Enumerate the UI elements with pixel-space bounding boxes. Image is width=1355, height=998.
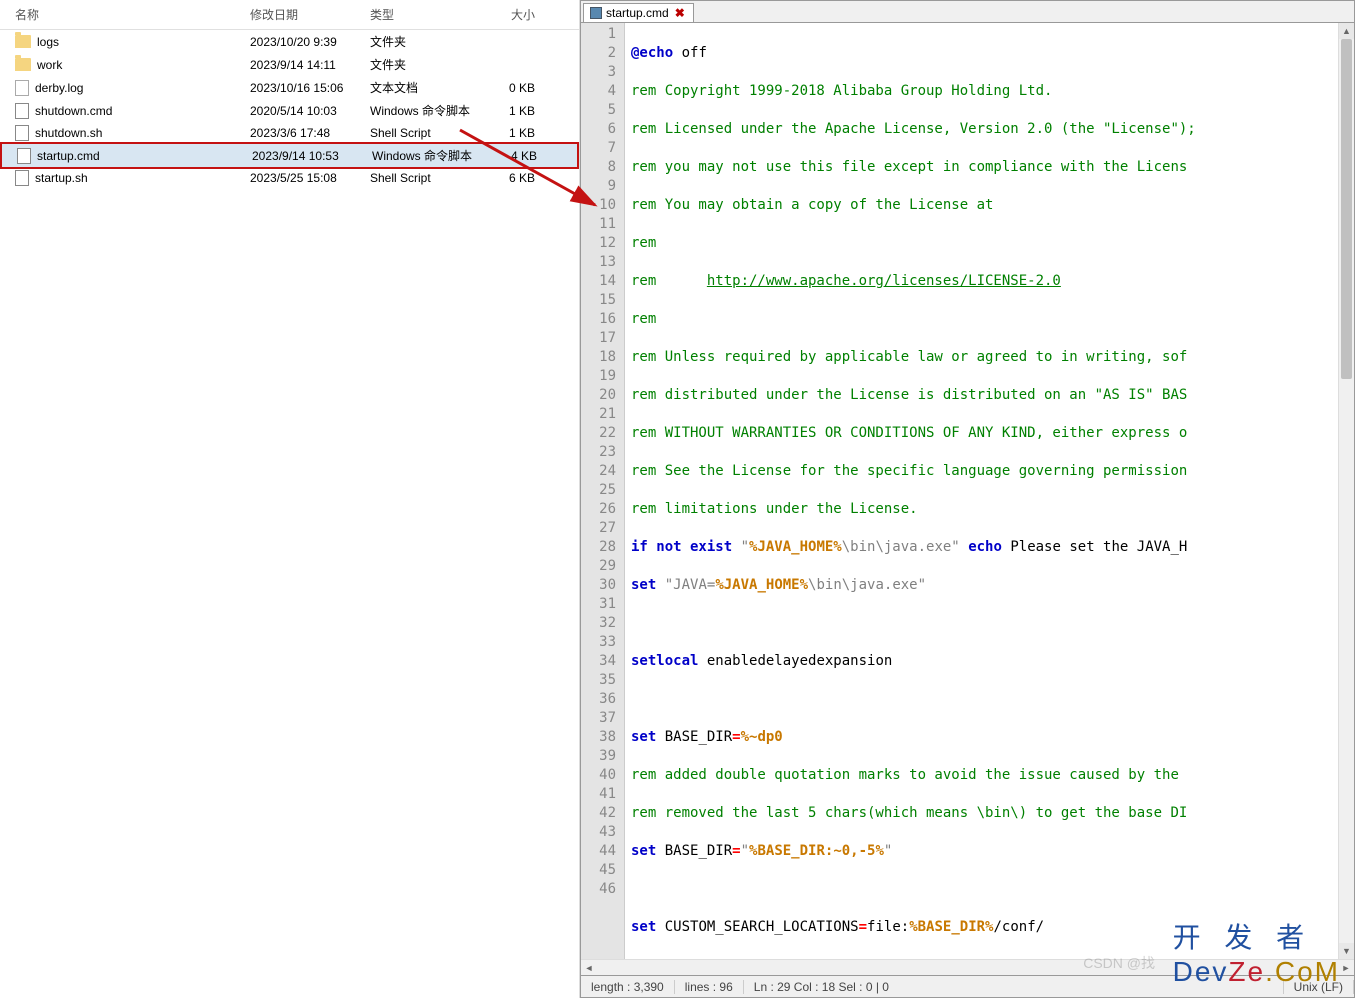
tab-startup-cmd[interactable]: startup.cmd ✖ [583, 3, 694, 22]
scroll-up-icon[interactable]: ▲ [1339, 23, 1354, 39]
header-size[interactable]: 大小 [480, 6, 550, 23]
status-lines: lines : 96 [675, 980, 744, 994]
file-icon [15, 80, 29, 96]
file-row[interactable]: startup.cmd 2023/9/14 10:53Windows 命令脚本4 … [0, 142, 579, 169]
file-name: shutdown.sh [35, 126, 102, 140]
header-date[interactable]: 修改日期 [250, 6, 370, 23]
status-length: length : 3,390 [581, 980, 675, 994]
file-row[interactable]: shutdown.cmd 2020/5/14 10:03Windows 命令脚本1… [0, 99, 579, 122]
file-date: 2023/3/6 17:48 [250, 126, 370, 140]
file-type: Windows 命令脚本 [372, 147, 482, 164]
file-type: 文件夹 [370, 56, 480, 73]
file-name: startup.cmd [37, 149, 100, 163]
file-row[interactable]: work 2023/9/14 14:11文件夹 [0, 53, 579, 76]
file-date: 2020/5/14 10:03 [250, 104, 370, 118]
file-date: 2023/5/25 15:08 [250, 171, 370, 185]
file-size: 4 KB [482, 149, 552, 163]
header-name[interactable]: 名称 [0, 6, 250, 23]
file-name: work [37, 58, 62, 72]
cmd-icon [15, 103, 29, 119]
file-list-header: 名称 修改日期 类型 大小 [0, 0, 579, 30]
file-row[interactable]: derby.log 2023/10/16 15:06文本文档0 KB [0, 76, 579, 99]
file-date: 2023/10/16 15:06 [250, 81, 370, 95]
file-row[interactable]: startup.sh 2023/5/25 15:08Shell Script6 K… [0, 167, 579, 189]
code-editor[interactable]: @echo off rem Copyright 1999-2018 Alibab… [625, 23, 1338, 959]
file-date: 2023/10/20 9:39 [250, 35, 370, 49]
file-type: 文本文档 [370, 79, 480, 96]
scroll-left-icon[interactable]: ◄ [581, 960, 597, 976]
file-date: 2023/9/14 14:11 [250, 58, 370, 72]
file-size: 6 KB [480, 171, 550, 185]
scroll-right-icon[interactable]: ► [1338, 960, 1354, 976]
file-type: Shell Script [370, 171, 480, 185]
file-name: derby.log [35, 81, 83, 95]
file-list[interactable]: logs 2023/10/20 9:39文件夹 work 2023/9/14 14:1… [0, 30, 579, 189]
file-name: logs [37, 35, 59, 49]
file-name: startup.sh [35, 171, 88, 185]
file-size: 1 KB [480, 104, 550, 118]
folder-icon [15, 58, 31, 71]
tab-bar: startup.cmd ✖ [581, 1, 1354, 23]
file-type: 文件夹 [370, 33, 480, 50]
cmd-icon [15, 170, 29, 186]
file-type: Shell Script [370, 126, 480, 140]
file-size: 1 KB [480, 126, 550, 140]
editor-pane: startup.cmd ✖ 12345678910111213141516171… [580, 0, 1355, 998]
file-icon [590, 7, 602, 19]
folder-icon [15, 35, 31, 48]
line-gutter: 1234567891011121314151617181920212223242… [581, 23, 625, 959]
file-row[interactable]: logs 2023/10/20 9:39文件夹 [0, 30, 579, 53]
file-type: Windows 命令脚本 [370, 102, 480, 119]
file-size: 0 KB [480, 81, 550, 95]
header-type[interactable]: 类型 [370, 6, 480, 23]
vertical-scrollbar[interactable]: ▲ ▼ [1338, 23, 1354, 959]
file-name: shutdown.cmd [35, 104, 112, 118]
tab-close-icon[interactable]: ✖ [673, 6, 687, 20]
scroll-down-icon[interactable]: ▼ [1339, 943, 1354, 959]
watermark-csdn: CSDN @找 [1083, 953, 1155, 973]
file-row[interactable]: shutdown.sh 2023/3/6 17:48Shell Script1 K… [0, 122, 579, 144]
tab-label: startup.cmd [606, 6, 669, 20]
file-date: 2023/9/14 10:53 [252, 149, 372, 163]
cmd-icon [15, 125, 29, 141]
cmd-icon [17, 148, 31, 164]
watermark-devze: 开 发 者 DevZe.CoM [1173, 916, 1340, 988]
scroll-thumb[interactable] [1341, 39, 1352, 379]
file-explorer: 名称 修改日期 类型 大小 logs2023/10/20 9:39文件夹work… [0, 0, 580, 998]
